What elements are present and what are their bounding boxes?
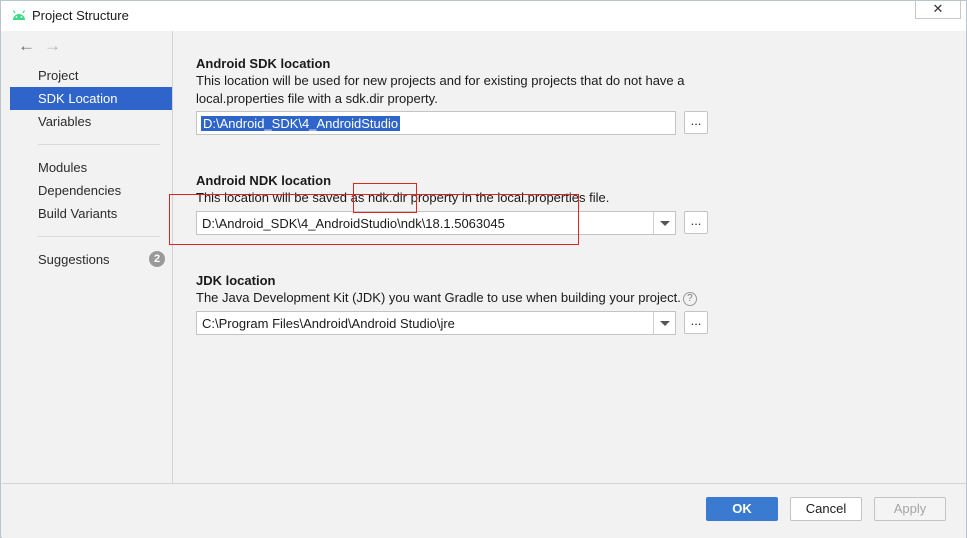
sidebar-item-build-variants[interactable]: Build Variants [10,202,172,225]
chevron-down-icon[interactable] [653,212,675,234]
apply-button[interactable]: Apply [874,497,946,521]
title-bar: Project Structure ✕ [1,1,966,31]
ndk-browse-button[interactable]: ... [684,211,708,234]
sidebar-item-modules[interactable]: Modules [10,156,172,179]
suggestions-count-badge: 2 [149,251,165,267]
jdk-location-dropdown[interactable]: C:\Program Files\Android\Android Studio\… [196,311,676,335]
jdk-description-text: The Java Development Kit (JDK) you want … [196,290,681,305]
sdk-description-line1: This location will be used for new proje… [196,73,685,88]
window-title: Project Structure [32,8,129,23]
android-icon [12,10,26,20]
jdk-browse-button[interactable]: ... [684,311,708,334]
sdk-description-line2: local.properties file with a sdk.dir pro… [196,91,438,106]
sdk-section-title: Android SDK location [196,56,331,71]
ndk-section-title: Android NDK location [196,173,332,188]
ok-button[interactable]: OK [706,497,778,521]
nav-arrows: ← → [18,36,70,56]
sidebar-item-variables[interactable]: Variables [10,110,172,133]
help-icon[interactable]: ? [682,292,697,306]
project-structure-dialog: Project Structure ✕ ← → Project SDK Locat… [0,0,967,538]
dialog-button-bar: OK Cancel Apply [2,483,966,538]
close-button[interactable]: ✕ [915,1,961,19]
sidebar-item-project[interactable]: Project [10,64,172,87]
sidebar-item-dependencies[interactable]: Dependencies [10,179,172,202]
sidebar-item-sdk-location[interactable]: SDK Location [10,87,172,110]
sidebar-item-suggestions[interactable]: Suggestions [10,248,172,271]
chevron-down-icon[interactable] [653,312,675,334]
cancel-button[interactable]: Cancel [790,497,862,521]
sidebar-divider [38,236,160,237]
forward-arrow-icon[interactable]: → [44,36,70,56]
sidebar: ← → Project SDK Location Variables Module… [2,31,173,483]
sidebar-divider [38,144,160,145]
annotation-box-ndk-dir [353,183,417,213]
jdk-location-value: C:\Program Files\Android\Android Studio\… [202,316,455,331]
sdk-location-field[interactable]: D:\Android_SDK\4_AndroidStudio [196,111,676,135]
jdk-section-title: JDK location [196,273,276,288]
sdk-browse-button[interactable]: ... [684,111,708,134]
jdk-description: The Java Development Kit (JDK) you want … [196,289,756,307]
sdk-location-panel: Android SDK location This location will … [174,31,966,483]
sdk-location-value: D:\Android_SDK\4_AndroidStudio [201,116,401,131]
back-arrow-icon[interactable]: ← [18,36,44,56]
